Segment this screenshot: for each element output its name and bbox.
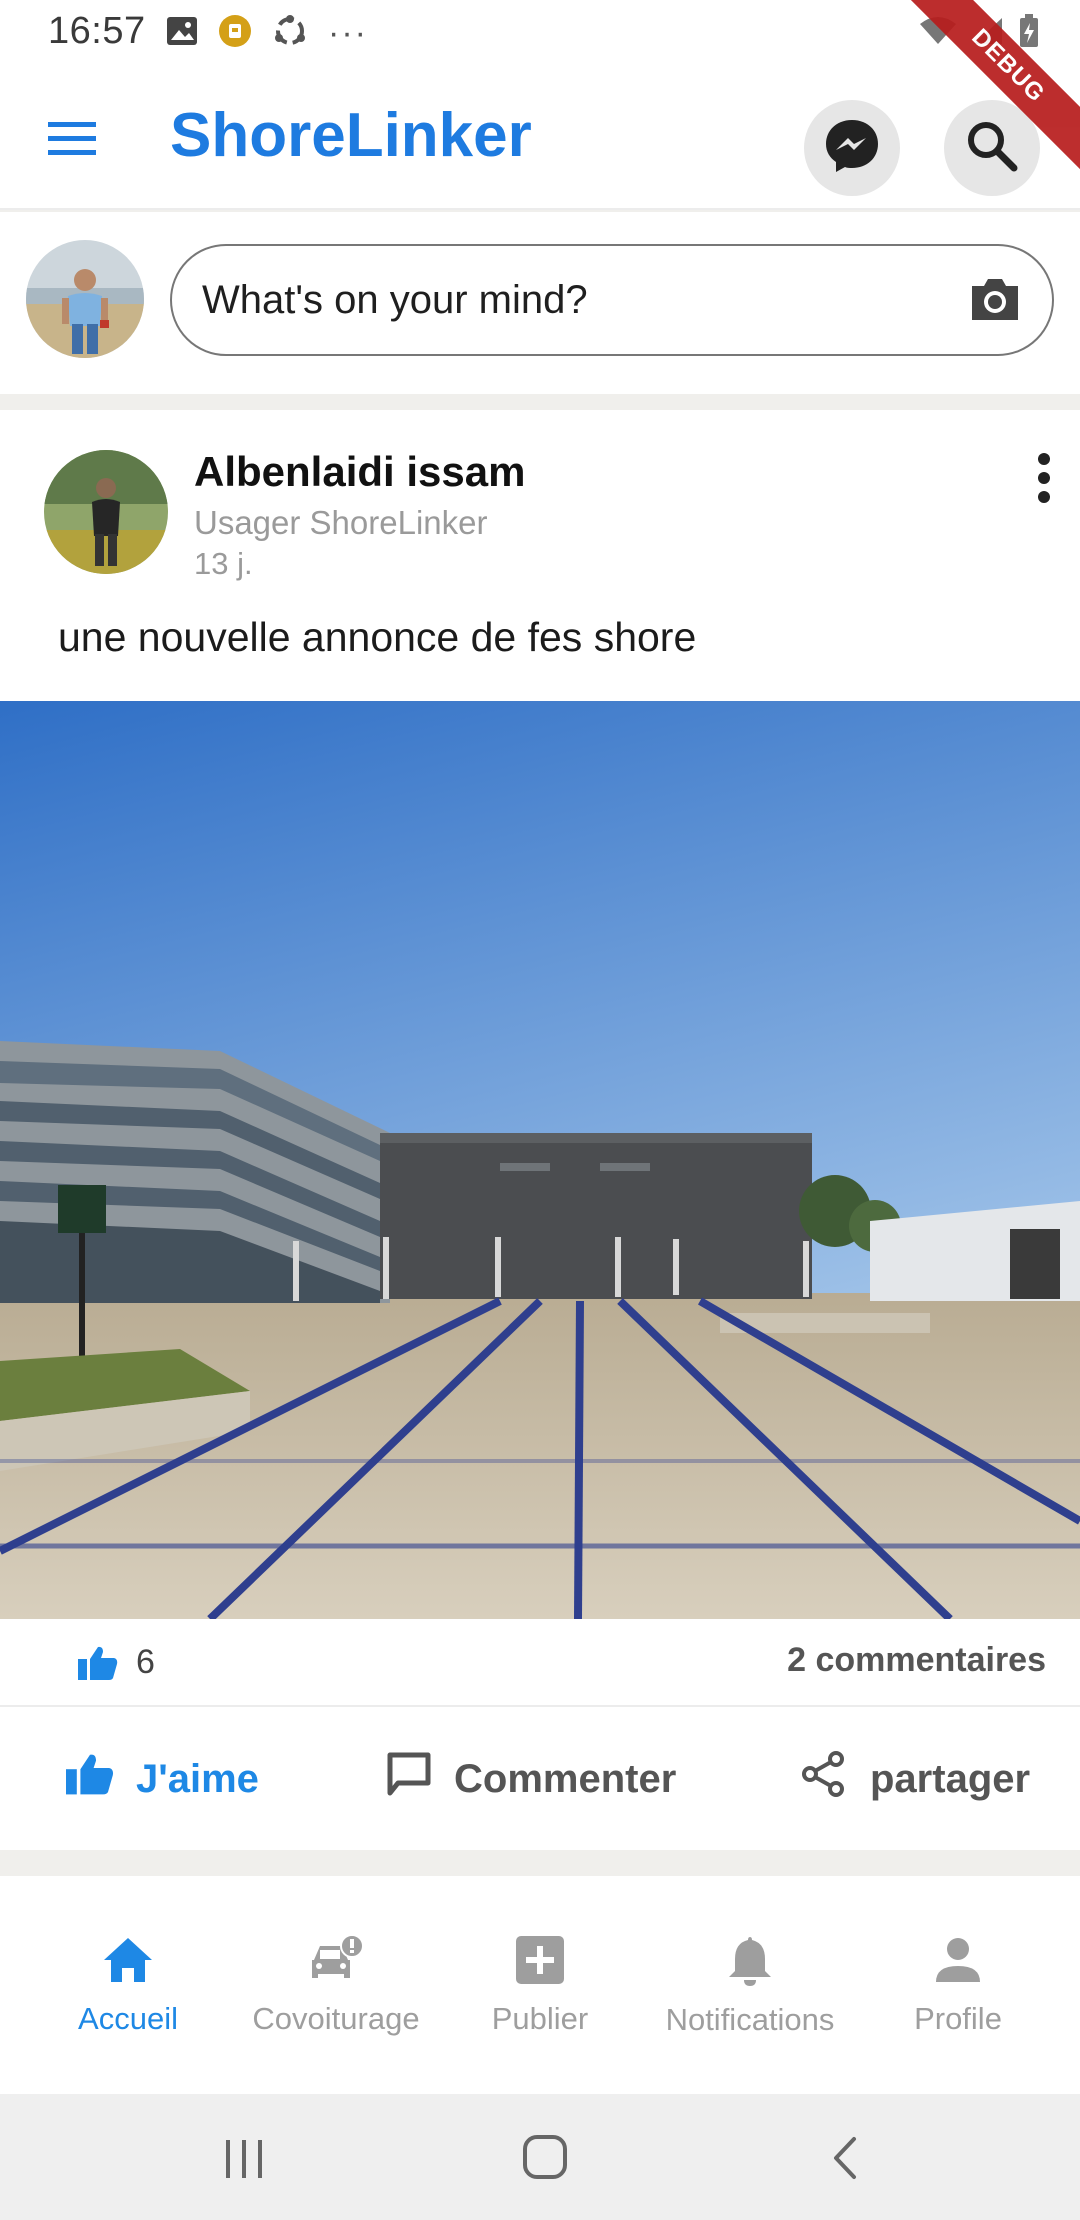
- back-icon[interactable]: [830, 2136, 860, 2185]
- like-count-icon: [78, 1645, 118, 1686]
- post-author-role: Usager ShoreLinker: [194, 504, 488, 541]
- like-count[interactable]: 6: [136, 1643, 155, 1682]
- post-stats: 6 2 commentaires: [0, 1621, 1080, 1707]
- status-bar: 16:57 ···: [0, 0, 1080, 66]
- notification-badge-icon: [218, 14, 252, 53]
- comment-count[interactable]: 2 commentaires: [787, 1641, 1046, 1680]
- image-icon: [166, 16, 198, 51]
- car-alert-icon: [306, 1933, 366, 1991]
- nav-item-covoiturage[interactable]: Covoiturage: [228, 1876, 444, 2094]
- battery-charging-icon: [1018, 14, 1040, 53]
- post-image[interactable]: [0, 701, 1080, 1619]
- post-card: Albenlaidi issam Usager ShoreLinker 13 j…: [0, 410, 1080, 1850]
- app-bar: ShoreLinker: [0, 66, 1080, 210]
- author-avatar[interactable]: [44, 450, 168, 574]
- like-button[interactable]: J'aime: [66, 1709, 259, 1849]
- home-icon: [100, 1934, 156, 1991]
- nav-item-profile[interactable]: Profile: [850, 1876, 1066, 2094]
- user-avatar[interactable]: [26, 240, 144, 358]
- nav-label-profile: Profile: [914, 2000, 1002, 2036]
- person-icon: [932, 1934, 984, 1991]
- share-icon: [800, 1750, 848, 1808]
- nav-label-accueil: Accueil: [78, 2000, 178, 2036]
- sync-icon: [272, 14, 308, 53]
- nav-label-covoiturage: Covoiturage: [252, 2000, 420, 2036]
- comment-icon: [386, 1751, 432, 1807]
- messenger-icon: [822, 116, 882, 181]
- nav-item-publier[interactable]: Publier: [432, 1876, 648, 2094]
- home-system-icon[interactable]: [522, 2134, 568, 2185]
- nav-item-accueil[interactable]: Accueil: [20, 1876, 236, 2094]
- system-navigation-bar: [0, 2094, 1080, 2220]
- post-actions: J'aime Commenter partager: [0, 1709, 1080, 1849]
- share-button[interactable]: partager: [800, 1709, 1030, 1849]
- messenger-button[interactable]: [804, 100, 900, 196]
- post-options-icon[interactable]: [1034, 452, 1054, 504]
- comment-button[interactable]: Commenter: [386, 1709, 676, 1849]
- post-composer: What's on your mind?: [0, 212, 1080, 394]
- composer-placeholder: What's on your mind?: [202, 277, 588, 322]
- more-dots-icon: ···: [328, 13, 368, 52]
- like-label: J'aime: [136, 1756, 259, 1801]
- status-left-icons: ···: [166, 13, 368, 53]
- thumbs-up-icon: [66, 1752, 114, 1806]
- nav-label-publier: Publier: [491, 2000, 589, 2036]
- post-author-name[interactable]: Albenlaidi issam: [194, 448, 525, 496]
- menu-icon[interactable]: [46, 114, 102, 162]
- post-text: une nouvelle annonce de fes shore: [58, 614, 697, 660]
- bell-icon: [725, 1933, 775, 1992]
- bottom-navigation: Accueil Covoiturage Publier Notification…: [0, 1876, 1080, 2094]
- search-icon: [964, 118, 1020, 179]
- camera-icon[interactable]: [968, 274, 1022, 334]
- whats-on-your-mind-input[interactable]: What's on your mind?: [170, 244, 1054, 356]
- comment-label: Commenter: [454, 1756, 677, 1801]
- share-label: partager: [870, 1756, 1031, 1801]
- recent-apps-icon[interactable]: [222, 2138, 266, 2185]
- post-timestamp: 13 j.: [194, 546, 253, 581]
- nav-item-notifications[interactable]: Notifications: [642, 1876, 858, 2094]
- add-box-icon: [514, 1934, 566, 1991]
- app-title: ShoreLinker: [170, 101, 532, 170]
- status-time: 16:57: [48, 10, 146, 52]
- nav-label-notifications: Notifications: [665, 2001, 835, 2037]
